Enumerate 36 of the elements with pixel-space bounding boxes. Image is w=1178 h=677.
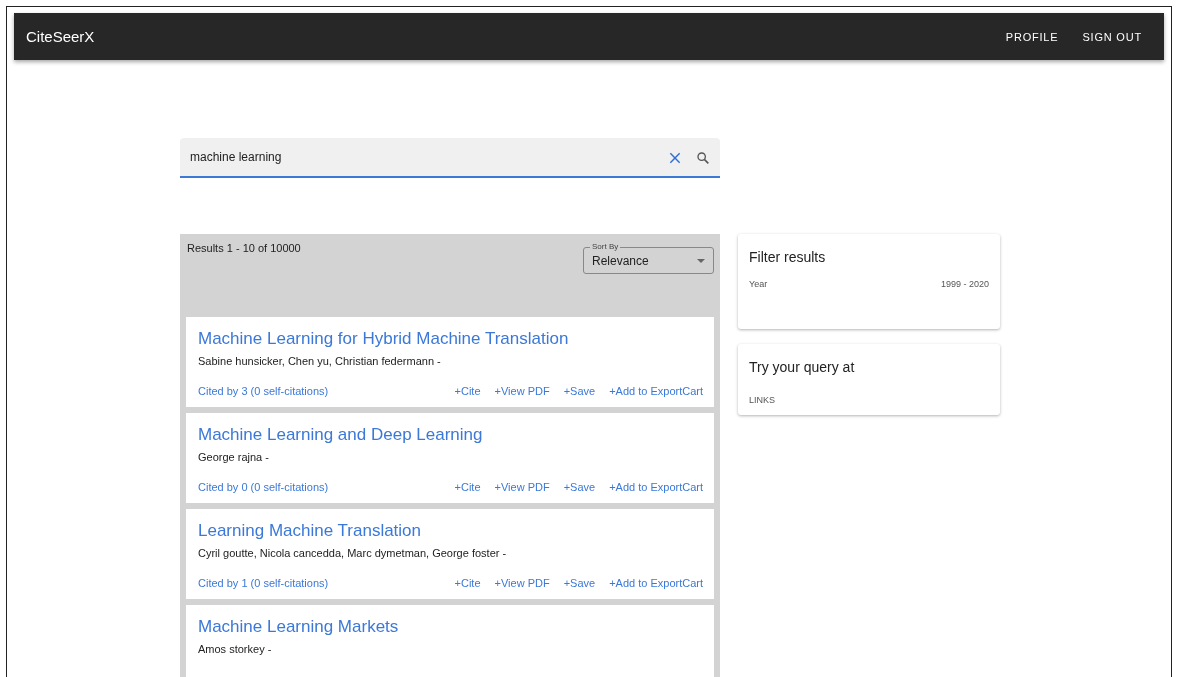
action-link[interactable]: +Add to ExportCart bbox=[609, 577, 703, 589]
action-link[interactable]: +View PDF bbox=[494, 577, 550, 589]
action-link[interactable]: +View PDF bbox=[494, 481, 550, 493]
card-title: Try your query at bbox=[749, 359, 856, 375]
links-label: LINKS bbox=[749, 395, 775, 405]
action-link[interactable]: +Cite bbox=[454, 385, 481, 397]
author-list: Sabine hunsicker, Chen yu, Christian federmann - bbox=[198, 355, 703, 367]
action-link[interactable]: +Cite bbox=[454, 481, 481, 493]
citations-link[interactable]: Cited by 0 (0 self-citations) bbox=[198, 481, 329, 493]
search-icon[interactable] bbox=[695, 150, 711, 166]
nav-link[interactable]: PROFILE bbox=[995, 24, 1069, 49]
action-link[interactable]: +Save bbox=[563, 385, 596, 397]
action-link[interactable]: +Save bbox=[563, 577, 596, 589]
citations-link[interactable]: Cited by 3 (0 self-citations) bbox=[198, 385, 329, 397]
card-title: Filter results bbox=[749, 249, 827, 265]
filter-label: Year bbox=[749, 279, 768, 289]
brand-title[interactable]: CiteSeerX bbox=[26, 28, 95, 45]
citations-link[interactable]: Cited by 1 (0 self-citations) bbox=[198, 577, 329, 589]
nav-link[interactable]: SIGN OUT bbox=[1072, 24, 1152, 49]
author-list: Amos storkey - bbox=[198, 643, 703, 655]
action-link[interactable]: +Cite bbox=[454, 577, 481, 589]
action-link[interactable]: +Add to ExportCart bbox=[609, 385, 703, 397]
paper-title-link[interactable]: Machine Learning and Deep Learning bbox=[198, 425, 703, 445]
paper-title-link[interactable]: Machine Learning Markets bbox=[198, 617, 703, 637]
search-field[interactable]: machine learning bbox=[180, 138, 720, 178]
action-link[interactable]: +Add to ExportCart bbox=[609, 481, 703, 493]
action-link[interactable]: +Save bbox=[563, 481, 596, 493]
close-icon[interactable] bbox=[667, 150, 683, 166]
caret-icon bbox=[697, 258, 705, 263]
author-list: George rajna - bbox=[198, 451, 703, 463]
year-range[interactable]: 1999 - 2020 bbox=[940, 279, 989, 289]
results-count: Results 1 - 10 of 10000 bbox=[187, 242, 301, 254]
action-link[interactable]: +View PDF bbox=[494, 385, 550, 397]
paper-title-link[interactable]: Learning Machine Translation bbox=[198, 521, 703, 541]
author-list: Cyril goutte, Nicola cancedda, Marc dymetman, George foster - bbox=[198, 547, 703, 559]
paper-title-link[interactable]: Machine Learning for Hybrid Machine Translation bbox=[198, 329, 703, 349]
